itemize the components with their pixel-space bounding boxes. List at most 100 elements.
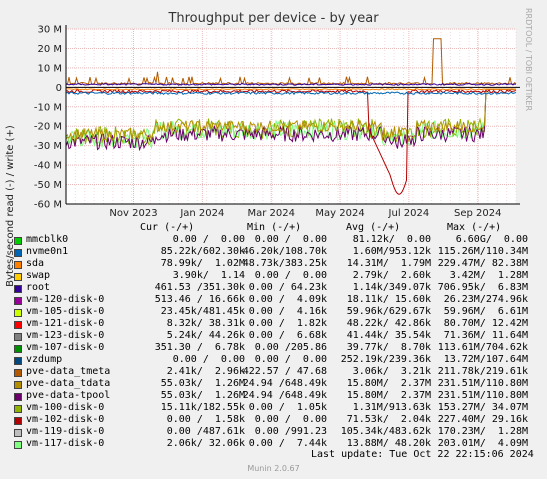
legend-value-min: 24.94 /648.49k [242,378,327,389]
legend-series-name: vm-100-disk-0 [26,402,105,413]
legend-value-avg: 1.60M/953.12k [352,246,431,257]
legend-value-avg: 39.77k/ 8.70k [346,342,431,353]
legend-swatch [14,321,22,329]
legend-value-min: 0.00 /991.23 [254,426,327,437]
legend-value-min: 0.00 / 6.68k [248,330,327,341]
legend-swatch [14,393,22,401]
legend-value-max: 59.96M/ 6.61M [443,306,528,317]
legend-swatch [14,297,22,305]
legend-value-avg: 252.19k/239.36k [340,354,431,365]
legend-swatch [14,309,22,317]
legend-series-name: mmcblk0 [26,234,69,245]
legend-value-min: 0.00 / 0.00 [254,414,327,425]
x-tick-label: Sep 2024 [454,208,501,219]
legend-value-avg: 15.80M/ 2.37M [346,378,431,389]
munin-version: Munin 2.0.67 [247,464,300,473]
graph-frame: Throughput per device - by year Bytes/se… [0,0,547,479]
legend-value-min: 0.00 /205.86 [254,342,327,353]
legend-value-avg: 2.79k/ 2.60k [352,270,431,281]
legend-column-header: Avg (-/+) [346,222,401,233]
y-tick-label: 10 M [37,63,62,74]
legend-swatch [14,345,22,353]
x-tick-label: Jul 2024 [388,208,430,219]
legend-series-name: vm-121-disk-0 [26,318,105,329]
y-tick-label: -10 M [34,102,62,113]
legend-value-cur: 2.41k/ 2.96k [166,366,245,377]
legend-swatch [14,273,22,281]
legend-value-cur: 78.99k/ 1.02M [160,258,245,269]
legend-value-min: 0.00 / 64.23k [248,282,327,293]
legend-value-avg: 1.14k/349.07k [352,282,431,293]
legend-swatch [14,417,22,425]
legend-value-max: 211.78k/219.61k [437,366,528,377]
legend-value-cur: 55.03k/ 1.26M [160,378,245,389]
legend-value-cur: 8.32k/ 38.31k [166,318,245,329]
y-tick-label: 0 [56,83,62,94]
legend-value-cur: 2.06k/ 32.06k [166,438,245,449]
legend-value-cur: 55.03k/ 1.26M [160,390,245,401]
y-tick-label: -50 M [34,180,62,191]
legend-value-min: 0.00 / 0.00 [254,270,327,281]
legend-value-max: 153.27M/ 34.07M [437,402,528,413]
legend-value-avg: 71.53k/ 2.04k [346,414,431,425]
legend-series-name: pve-data-tpool [26,390,111,401]
legend-series-name: swap [26,270,51,281]
legend-value-avg: 105.34k/483.62k [340,426,431,437]
legend-value-cur: 0.00 / 0.00 [172,354,245,365]
legend-value-min: 0.00 / 4.09k [248,294,327,305]
legend-value-min: 0.00 / 1.05k [248,402,327,413]
legend-value-cur: 3.90k/ 1.14 [172,270,245,281]
legend-value-cur: 0.00 /487.61k [166,426,245,437]
legend-column-header: Min (-/+) [247,222,302,233]
legend-value-min: 24.94 /648.49k [242,390,327,401]
legend-value-avg: 81.12k/ 0.00 [352,234,431,245]
legend-value-cur: 351.30 / 6.78k [154,342,245,353]
legend-value-avg: 41.44k/ 35.54k [346,330,431,341]
legend-value-avg: 15.80M/ 2.37M [346,390,431,401]
legend-series-name: pve-data_tmeta [26,366,111,377]
y-tick-label: -30 M [34,141,62,152]
legend-value-max: 80.70M/ 12.42M [443,318,528,329]
legend-series-name: vm-117-disk-0 [26,438,105,449]
y-tick-label: 20 M [37,44,62,55]
legend-value-min: 0.00 / 1.82k [248,318,327,329]
x-tick-label: May 2024 [315,208,364,219]
legend-value-max: 113.61M/704.62k [437,342,528,353]
legend-value-max: 115.26M/110.34M [437,246,528,257]
legend-series-name: root [26,282,51,293]
legend-value-avg: 48.22k/ 42.86k [346,318,431,329]
legend-series-name: vm-119-disk-0 [26,426,105,437]
legend-value-cur: 85.22k/602.30k [160,246,245,257]
legend-series-name: vzdump [26,354,63,365]
y-tick-label: -20 M [34,122,62,133]
legend-column-header: Cur (-/+) [140,222,195,233]
legend-swatch [14,441,22,449]
legend-value-min: 0.00 / 0.00 [254,354,327,365]
legend-series-name: vm-105-disk-0 [26,306,105,317]
legend-value-cur: 0.00 / 0.00 [172,234,245,245]
y-tick-label: -60 M [34,200,62,211]
legend-value-avg: 14.31M/ 1.79M [346,258,431,269]
legend-value-min: 48.73k/383.25k [242,258,327,269]
legend-value-avg: 3.06k/ 3.21k [352,366,431,377]
legend-series-name: nvme0n1 [26,246,69,257]
y-tick-label: -40 M [34,161,62,172]
legend-value-min: 0.00 / 4.16k [248,306,327,317]
legend-column-header: Max (-/+) [447,222,502,233]
legend-value-cur: 461.53 /351.30k [154,282,245,293]
legend-value-max: 6.60G/ 0.00 [455,234,528,245]
legend-value-avg: 18.11k/ 15.60k [346,294,431,305]
legend-series-name: sda [26,258,45,269]
legend-series-name: vm-120-disk-0 [26,294,105,305]
legend-value-cur: 0.00 / 1.58k [166,414,245,425]
legend-swatch [14,285,22,293]
legend-swatch [14,261,22,269]
legend-value-max: 71.36M/ 11.64M [443,330,528,341]
legend-value-cur: 513.46 / 16.66k [154,294,245,305]
legend-swatch [14,429,22,437]
legend-value-max: 26.23M/274.96k [443,294,528,305]
legend-swatch [14,237,22,245]
legend-swatch [14,381,22,389]
legend-series-name: vm-102-disk-0 [26,414,105,425]
legend-swatch [14,369,22,377]
